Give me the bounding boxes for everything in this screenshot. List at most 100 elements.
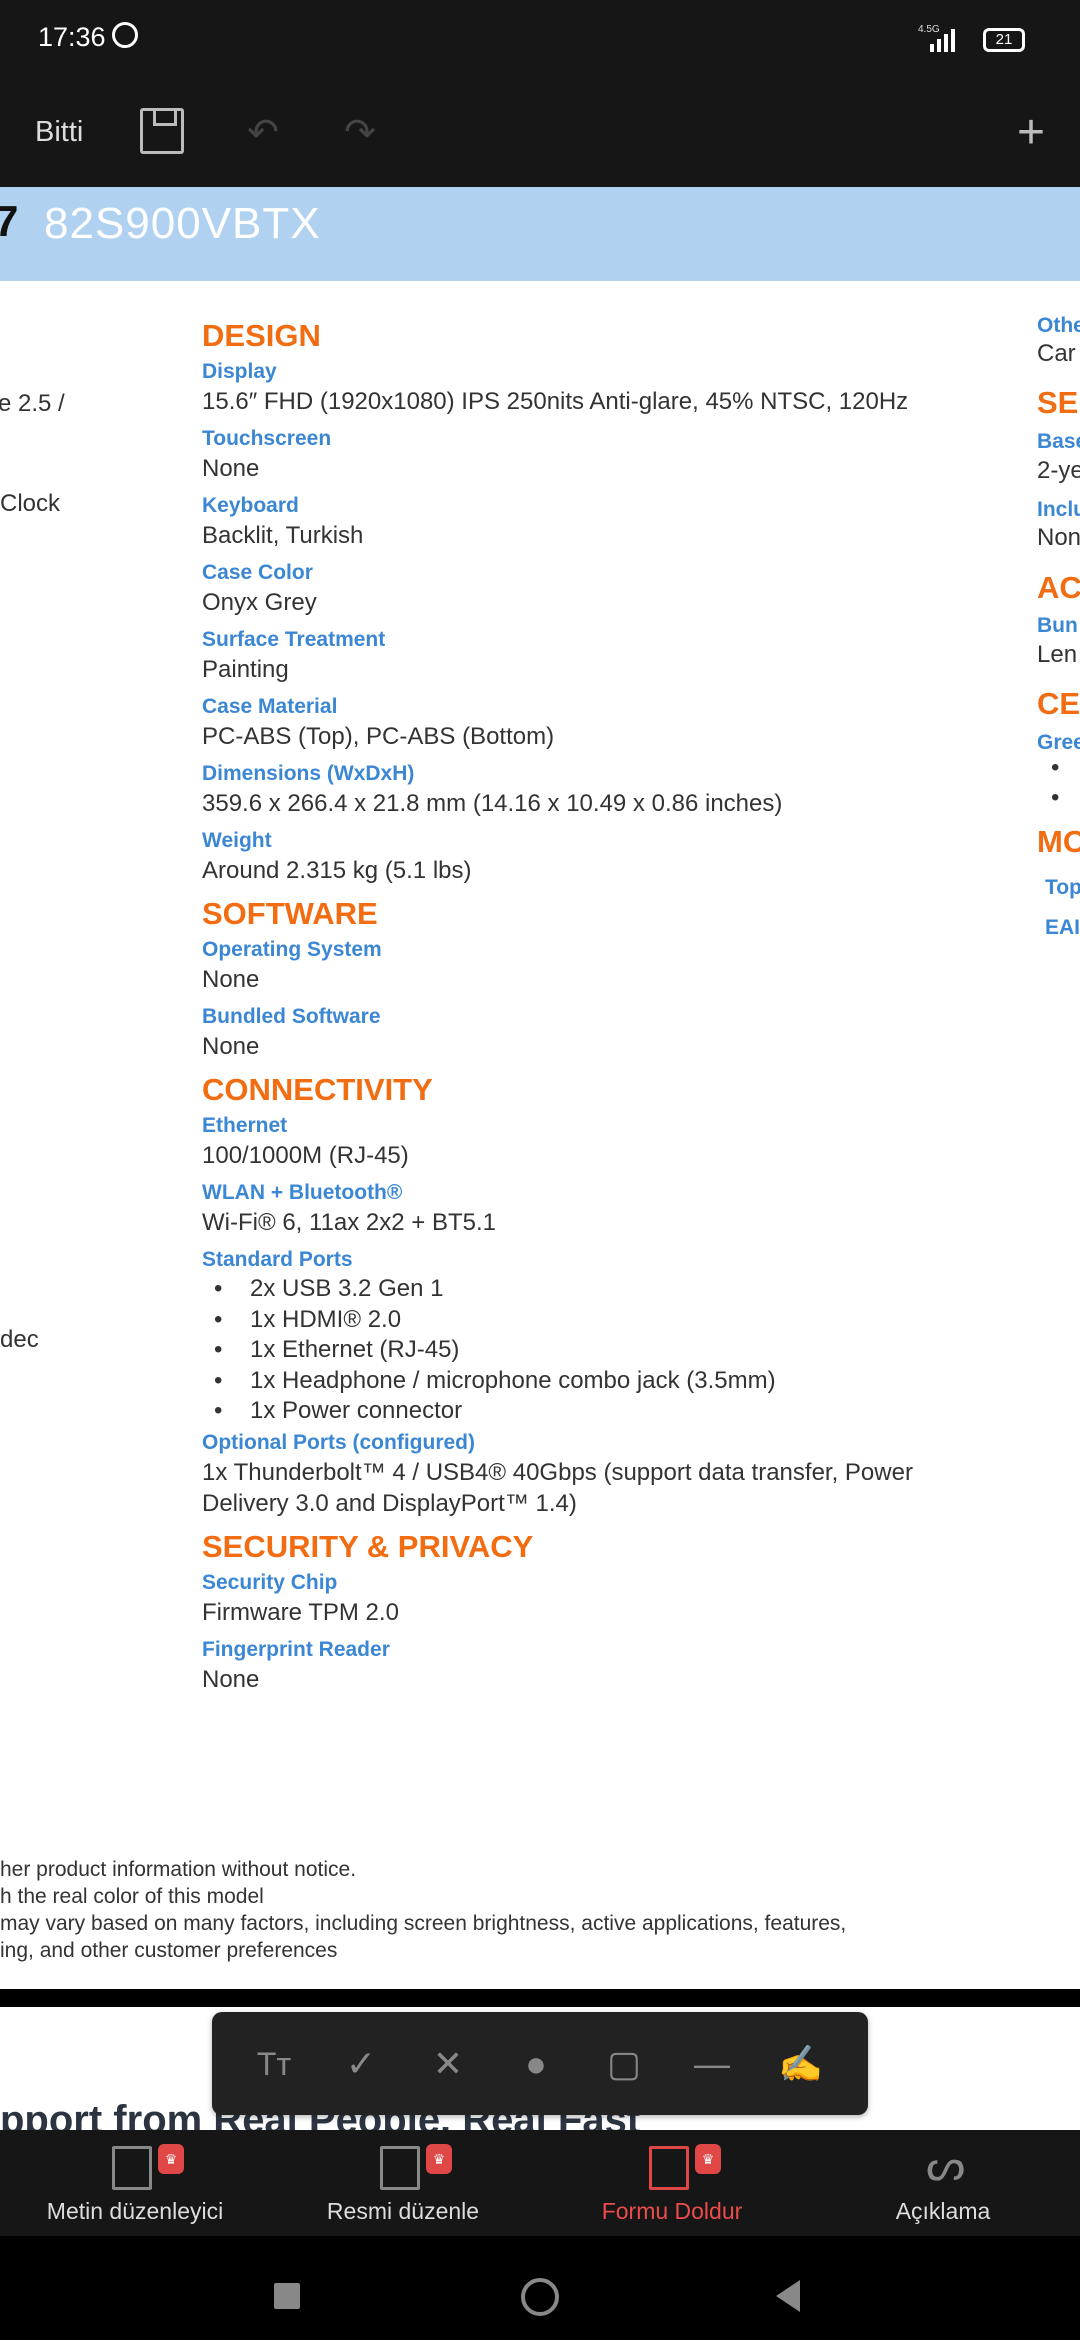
model-number: 82S900VBTX <box>44 199 321 248</box>
list-item: 1x HDMI® 2.0 <box>202 1305 1022 1336</box>
page-separator <box>0 1989 1080 2007</box>
premium-crown-icon: ♛ <box>158 2144 184 2174</box>
section-heading: SE <box>1037 385 1079 420</box>
list-item: 2x USB 3.2 Gen 1 <box>202 1274 1022 1305</box>
spec-label: WLAN + Bluetooth® <box>202 1181 403 1204</box>
spec-label: Standard Ports <box>202 1248 353 1271</box>
footnote: ing, and other customer preferences <box>0 1939 338 1962</box>
add-icon[interactable]: + <box>1006 108 1056 158</box>
text-edit-icon <box>112 2146 152 2190</box>
spec-value: Painting <box>202 656 289 683</box>
spec-value: None <box>202 455 260 482</box>
footnote: her product information without notice. <box>0 1858 357 1881</box>
list-item: 1x Power connector <box>202 1396 1022 1427</box>
section-heading: SOFTWARE <box>202 896 378 931</box>
bullet: • <box>1051 784 1060 811</box>
spec-label: Othe <box>1037 314 1080 337</box>
battery-icon: 21 <box>983 28 1025 52</box>
squiggle-icon: ᔕ <box>926 2141 966 2190</box>
premium-crown-icon: ♛ <box>426 2144 452 2174</box>
recents-button[interactable] <box>274 2283 300 2309</box>
clock: 17:36 <box>38 22 106 52</box>
section-heading: AC <box>1037 570 1080 605</box>
spec-value: None <box>202 1033 260 1060</box>
spec-value: Wi-Fi® 6, 11ax 2x2 + BT5.1 <box>202 1209 497 1236</box>
text-size-icon[interactable]: Tт <box>252 2042 296 2086</box>
image-edit-icon <box>380 2146 420 2190</box>
done-button[interactable]: Bitti <box>35 116 83 149</box>
model-banner: 7 82S900VBTX <box>0 187 1080 281</box>
left-partial-text: dec <box>0 1326 39 1353</box>
form-fill-toolbar: Tт ✓ ✕ ● ▢ — ✍ <box>212 2012 868 2115</box>
home-button[interactable] <box>521 2278 559 2316</box>
form-icon <box>649 2146 689 2190</box>
spec-label: Inclu <box>1037 498 1080 521</box>
footnote: h the real color of this model <box>0 1885 264 1908</box>
signature-icon[interactable]: ✍ <box>778 2042 823 2086</box>
bullet-list: 2x USB 3.2 Gen 11x HDMI® 2.01x Ethernet … <box>202 1274 1022 1427</box>
section-heading: CE <box>1037 686 1080 721</box>
signal-icon <box>930 26 955 52</box>
spec-label: Top <box>1045 876 1080 899</box>
tab-fill-form[interactable]: ♛ Formu Doldur <box>537 2130 807 2236</box>
spec-label: Operating System <box>202 938 382 961</box>
line-icon[interactable]: — <box>690 2042 734 2086</box>
bottom-nav: ♛ Metin düzenleyici ♛ Resmi düzenle ♛ Formu… <box>0 2130 1080 2236</box>
list-item: 1x Ethernet (RJ-45) <box>202 1335 1022 1366</box>
system-nav <box>0 2236 1080 2340</box>
save-icon[interactable] <box>140 108 184 154</box>
spec-value: Around 2.315 kg (5.1 lbs) <box>202 857 472 884</box>
spec-label: Base <box>1037 430 1080 453</box>
spec-value: PC-ABS (Top), PC-ABS (Bottom) <box>202 723 555 750</box>
spec-label: Dimensions (WxDxH) <box>202 762 415 785</box>
spec-label: Fingerprint Reader <box>202 1637 390 1661</box>
dot-icon[interactable]: ● <box>514 2042 558 2086</box>
spec-label: Weight <box>202 829 272 852</box>
spec-value: 100/1000M (RJ-45) <box>202 1142 409 1169</box>
spec-value: None <box>202 966 260 993</box>
undo-icon[interactable]: ↶ <box>238 108 288 158</box>
status-bar: 17:36 4.5G 21 <box>0 0 1080 100</box>
spec-label: Optional Ports (configured) <box>202 1430 475 1454</box>
tab-annotate[interactable]: ᔕ Açıklama <box>808 2130 1078 2236</box>
back-button[interactable] <box>776 2280 800 2312</box>
editor-toolbar: Bitti ↶ ↷ + <box>0 100 1080 187</box>
footnotes: her product information without notice. … <box>0 1856 846 1964</box>
spec-label: Ethernet <box>202 1114 288 1137</box>
tab-label: Resmi düzenle <box>326 2198 480 2224</box>
spec-value: 15.6″ FHD (1920x1080) IPS 250nits Anti-g… <box>202 388 909 415</box>
section-heading: CONNECTIVITY <box>202 1072 433 1107</box>
spec-label: Keyboard <box>202 494 299 517</box>
spec-label: Display <box>202 360 277 383</box>
rectangle-icon[interactable]: ▢ <box>602 2042 646 2086</box>
spec-value: Len <box>1037 641 1078 668</box>
bullet: • <box>1051 754 1060 781</box>
tab-label: Açıklama <box>895 2198 991 2224</box>
tab-edit-image[interactable]: ♛ Resmi düzenle <box>268 2130 538 2236</box>
spec-value: Backlit, Turkish <box>202 522 364 549</box>
footnote: may vary based on many factors, includin… <box>0 1912 847 1935</box>
spec-value: None <box>202 1665 260 1693</box>
redo-icon[interactable]: ↷ <box>335 108 385 158</box>
section-heading: MO <box>1037 824 1080 859</box>
spec-value: Onyx Grey <box>202 589 317 616</box>
tab-label: Formu Doldur <box>601 2198 743 2224</box>
spec-value: 359.6 x 266.4 x 21.8 mm (14.16 x 10.49 x… <box>202 790 783 817</box>
spec-label: Case Material <box>202 695 338 718</box>
spec-label: Bun <box>1037 614 1078 637</box>
cross-icon[interactable]: ✕ <box>426 2042 470 2086</box>
spec-label: Bundled Software <box>202 1005 381 1028</box>
left-partial-text: e 2.5 / <box>0 390 65 417</box>
spec-label: Touchscreen <box>202 427 332 450</box>
left-partial-text: Clock <box>0 490 61 517</box>
check-icon[interactable]: ✓ <box>339 2042 383 2086</box>
spec-value: 2-ye <box>1037 457 1080 484</box>
spec-value: Car <box>1037 340 1076 367</box>
spec-value: 1x Thunderbolt™ 4 / USB4® 40Gbps (suppor… <box>202 1458 913 1517</box>
spec-label: Security Chip <box>202 1570 338 1594</box>
spec-value: Non <box>1037 524 1080 551</box>
spec-label: Case Color <box>202 561 313 584</box>
alarm-icon <box>112 22 138 48</box>
list-item: 1x Headphone / microphone combo jack (3.… <box>202 1366 1022 1397</box>
tab-text-editor[interactable]: ♛ Metin düzenleyici <box>0 2130 270 2236</box>
